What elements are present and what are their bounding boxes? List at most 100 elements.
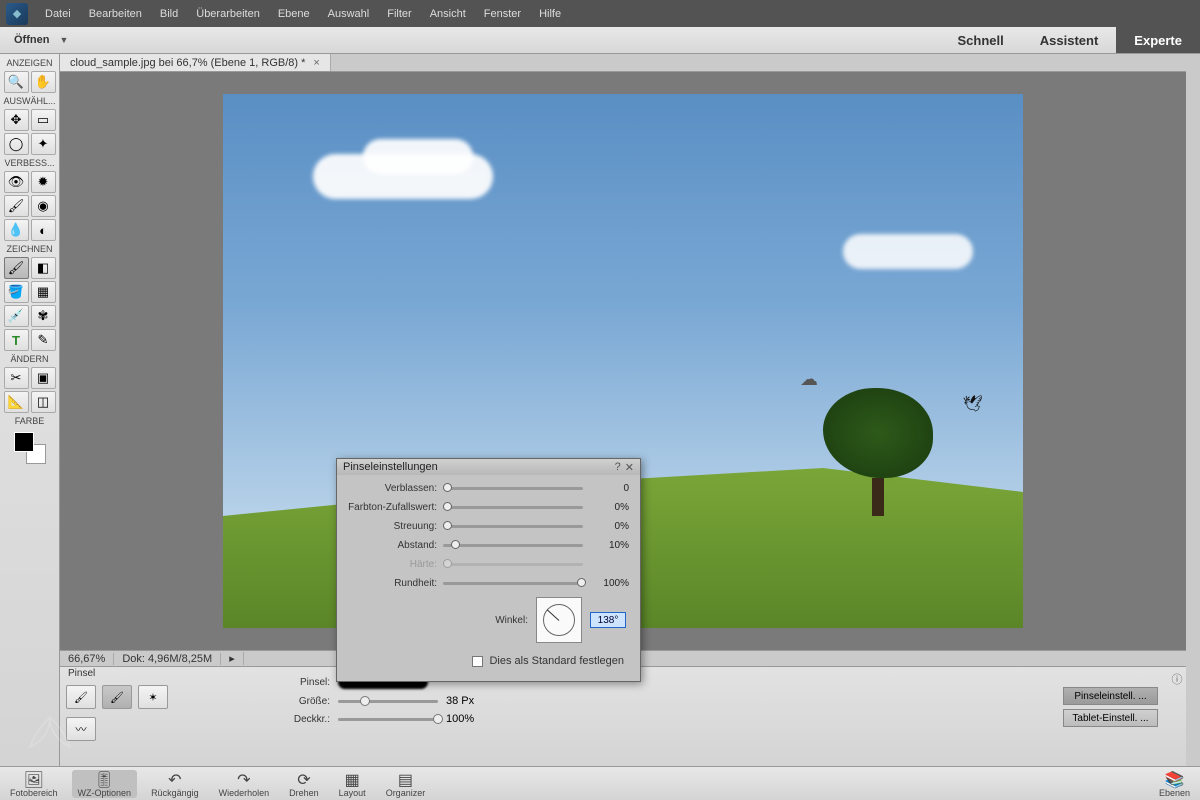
brush-variant-1[interactable]: 🖌	[66, 685, 96, 709]
app-icon: ◆	[6, 3, 28, 25]
close-icon[interactable]: ×	[313, 57, 319, 69]
redo-button[interactable]: ↷Wiederholen	[213, 770, 276, 798]
menu-datei[interactable]: Datei	[36, 2, 80, 26]
crop-tool[interactable]: ✂	[4, 367, 29, 389]
fade-slider[interactable]	[443, 487, 583, 490]
layers-button[interactable]: 📚Ebenen	[1153, 770, 1196, 798]
toolbar: ANZEIGEN 🔍✋ AUSWÄHL... ✥▭ ◯✦ VERBESS... …	[0, 54, 60, 766]
recompose-tool[interactable]: ▣	[31, 367, 56, 389]
menubar: ◆ Datei Bearbeiten Bild Überarbeiten Ebe…	[0, 0, 1200, 27]
hue-jitter-value: 0%	[589, 502, 629, 513]
menu-ebene[interactable]: Ebene	[269, 2, 319, 26]
marquee-tool[interactable]: ▭	[31, 109, 56, 131]
color-swatches[interactable]	[14, 432, 46, 464]
blur-tool[interactable]: 💧	[4, 219, 29, 241]
brush-settings-dialog[interactable]: Pinseleinstellungen ? ✕ Verblassen:0 Far…	[336, 458, 641, 682]
layout-button[interactable]: ▦Layout	[333, 770, 372, 798]
roundness-label: Rundheit:	[347, 578, 437, 589]
brush-variant-4[interactable]: 〰	[66, 717, 96, 741]
hardness-label: Härte:	[347, 559, 437, 570]
status-caret[interactable]: ▸	[221, 652, 244, 665]
set-default-checkbox[interactable]	[472, 656, 483, 667]
angle-widget[interactable]	[536, 597, 582, 643]
hand-tool[interactable]: ✋	[31, 71, 56, 93]
spacing-slider[interactable]	[443, 544, 583, 547]
straighten-tool[interactable]: 📐	[4, 391, 29, 413]
fill-tool[interactable]: 🪣	[4, 281, 29, 303]
size-label: Größe:	[290, 696, 330, 707]
menu-bearbeiten[interactable]: Bearbeiten	[80, 2, 151, 26]
brush-settings-button[interactable]: Pinseleinstell. ...	[1063, 687, 1158, 705]
open-label: Öffnen	[14, 34, 49, 46]
eyedropper-tool[interactable]: 💉	[4, 305, 29, 327]
hardness-slider	[443, 563, 583, 566]
grid-icon: ▤	[398, 770, 413, 788]
brush-variant-3[interactable]: ✶	[138, 685, 168, 709]
open-button[interactable]: Öffnen ▼	[0, 27, 82, 53]
smart-brush-tool[interactable]: 🖌	[4, 195, 29, 217]
shape-tool[interactable]: ✾	[31, 305, 56, 327]
scatter-slider[interactable]	[443, 525, 583, 528]
menu-filter[interactable]: Filter	[378, 2, 420, 26]
mode-tabs: Schnell Assistent Experte	[940, 27, 1200, 53]
lasso-tool[interactable]: ◯	[4, 133, 29, 155]
tab-experte[interactable]: Experte	[1116, 27, 1200, 53]
tree	[823, 388, 933, 508]
rotate-icon: ⟳	[297, 770, 310, 788]
size-slider[interactable]	[338, 700, 438, 703]
opacity-label: Deckkr.:	[290, 714, 330, 725]
foreground-color[interactable]	[14, 432, 34, 452]
section-aendern: ÄNDERN	[0, 352, 59, 366]
rotate-button[interactable]: ⟳Drehen	[283, 770, 325, 798]
gradient-tool[interactable]: ▦	[31, 281, 56, 303]
document-tab[interactable]: cloud_sample.jpg bei 66,7% (Ebene 1, RGB…	[60, 54, 331, 71]
opacity-slider[interactable]	[338, 718, 438, 721]
menu-fenster[interactable]: Fenster	[475, 2, 530, 26]
content-tool[interactable]: ◫	[31, 391, 56, 413]
zoom-level[interactable]: 66,67%	[60, 653, 114, 665]
right-panel-collapsed[interactable]	[1186, 54, 1200, 766]
dialog-titlebar[interactable]: Pinseleinstellungen ? ✕	[337, 459, 640, 475]
type-tool[interactable]: T	[4, 329, 29, 351]
brush-tool[interactable]: 🖌	[4, 257, 29, 279]
detail-tool[interactable]: ◐	[31, 219, 56, 241]
menu-bild[interactable]: Bild	[151, 2, 187, 26]
layout-icon: ▦	[345, 770, 360, 788]
section-farbe: FARBE	[0, 414, 59, 428]
tool-options-button[interactable]: 🎚WZ-Optionen	[72, 770, 138, 798]
brush-variant-2[interactable]: 🖌	[102, 685, 132, 709]
dialog-body: Verblassen:0 Farbton-Zufallswert:0% Stre…	[337, 475, 640, 681]
opacity-value: 100%	[446, 713, 474, 725]
menu-auswahl[interactable]: Auswahl	[319, 2, 379, 26]
move-tool[interactable]: ✥	[4, 109, 29, 131]
undo-button[interactable]: ↶Rückgängig	[145, 770, 205, 798]
menu-ansicht[interactable]: Ansicht	[421, 2, 475, 26]
roundness-slider[interactable]	[443, 582, 583, 585]
sponge-tool[interactable]: ◉	[31, 195, 56, 217]
wand-tool[interactable]: ✦	[31, 133, 56, 155]
menu-ueberarbeiten[interactable]: Überarbeiten	[187, 2, 269, 26]
photobin-button[interactable]: 🖼Fotobereich	[4, 770, 64, 798]
close-icon[interactable]: ✕	[625, 461, 634, 474]
fade-value: 0	[589, 483, 629, 494]
tab-schnell[interactable]: Schnell	[940, 27, 1022, 53]
redeye-tool[interactable]: 👁	[4, 171, 29, 193]
chevron-down-icon: ▼	[59, 35, 68, 45]
hue-jitter-slider[interactable]	[443, 506, 583, 509]
organizer-button[interactable]: ▤Organizer	[380, 770, 432, 798]
info-icon[interactable]: ⓘ	[1168, 667, 1186, 766]
scatter-label: Streuung:	[347, 521, 437, 532]
spot-tool[interactable]: ✹	[31, 171, 56, 193]
tab-assistent[interactable]: Assistent	[1022, 27, 1117, 53]
eraser-tool[interactable]: ◧	[31, 257, 56, 279]
pencil-tool[interactable]: ✎	[31, 329, 56, 351]
menu-hilfe[interactable]: Hilfe	[530, 2, 570, 26]
section-zeichnen: ZEICHNEN	[0, 242, 59, 256]
bird-icon: 🕊	[963, 394, 983, 414]
help-icon[interactable]: ?	[615, 461, 621, 474]
zoom-tool[interactable]: 🔍	[4, 71, 29, 93]
angle-input[interactable]	[590, 612, 626, 628]
document-tabs: cloud_sample.jpg bei 66,7% (Ebene 1, RGB…	[60, 54, 1186, 72]
set-default-label: Dies als Standard festlegen	[489, 655, 624, 667]
tablet-settings-button[interactable]: Tablet-Einstell. ...	[1063, 709, 1158, 727]
